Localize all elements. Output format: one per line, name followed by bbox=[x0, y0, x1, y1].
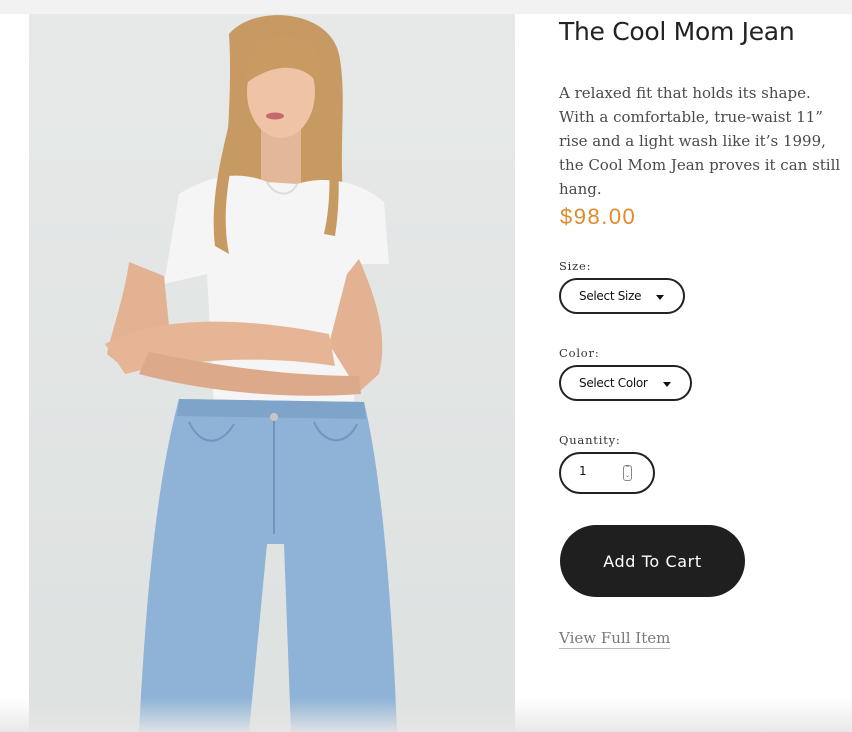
product-photo bbox=[105, 15, 397, 732]
quantity-stepper: ⌃ ⌄ bbox=[559, 452, 655, 494]
add-to-cart-button[interactable]: Add To Cart bbox=[560, 525, 745, 597]
size-select[interactable]: Select Size bbox=[559, 278, 685, 314]
product-price: $98.00 bbox=[560, 204, 637, 229]
color-label: Color: bbox=[559, 346, 600, 360]
caret-down-icon bbox=[663, 382, 671, 387]
color-select[interactable]: Select Color bbox=[559, 365, 692, 401]
stepper-arrows-icon[interactable]: ⌃ ⌄ bbox=[623, 465, 632, 481]
product-description: A relaxed fit that holds its shape. With… bbox=[559, 84, 841, 198]
caret-down-icon bbox=[656, 295, 664, 300]
stepper-down-icon[interactable]: ⌄ bbox=[624, 473, 631, 480]
size-select-value: Select Size bbox=[579, 289, 642, 303]
color-select-value: Select Color bbox=[579, 376, 648, 390]
product-image bbox=[29, 14, 515, 732]
quantity-label: Quantity: bbox=[559, 433, 621, 447]
product-title: The Cool Mom Jean bbox=[559, 17, 795, 46]
quantity-input[interactable] bbox=[579, 464, 619, 478]
size-label: Size: bbox=[559, 259, 592, 273]
stepper-up-icon[interactable]: ⌃ bbox=[624, 466, 631, 473]
top-strip bbox=[0, 0, 852, 14]
view-full-item-link[interactable]: View Full Item bbox=[559, 629, 671, 649]
